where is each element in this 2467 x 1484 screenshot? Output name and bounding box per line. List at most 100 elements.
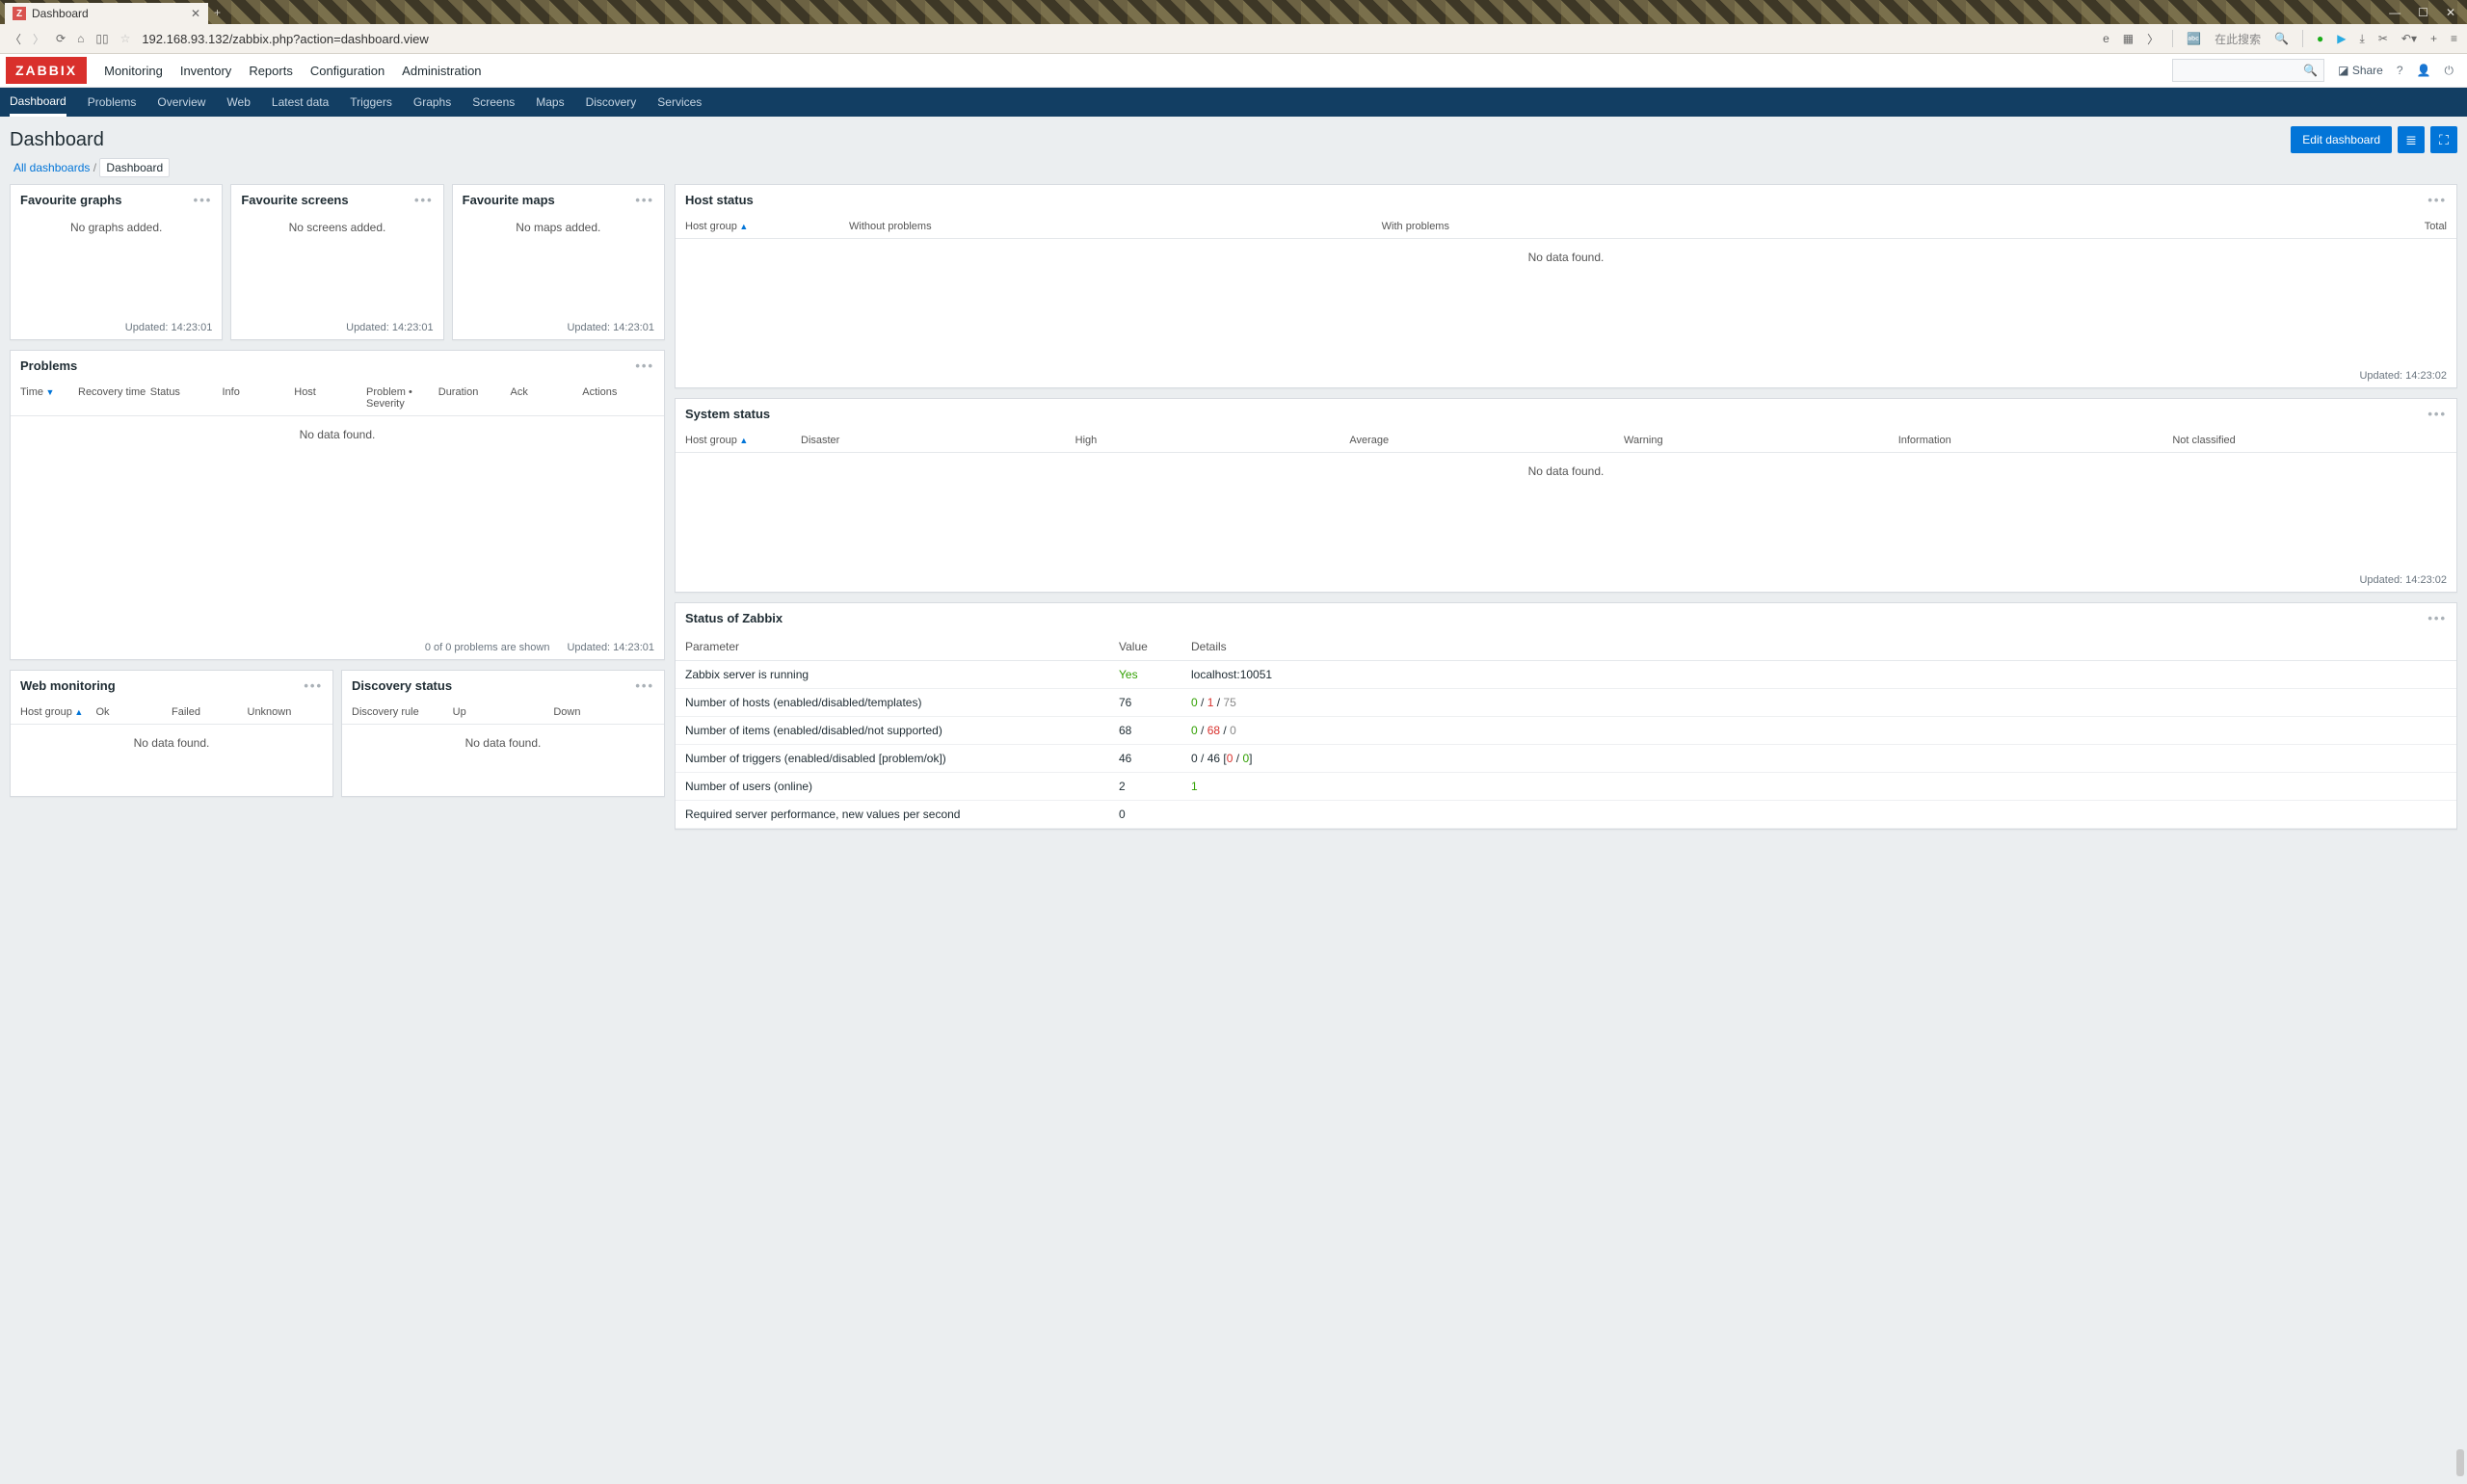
browser-tab[interactable]: Z Dashboard ✕ — [5, 3, 208, 24]
sub-menu-screens[interactable]: Screens — [472, 95, 515, 109]
widget-updated: Updated: 14:23:02 — [676, 569, 2456, 592]
help-icon[interactable]: ? — [2397, 64, 2403, 77]
crumb-all-dashboards[interactable]: All dashboards — [13, 161, 90, 174]
close-icon[interactable]: ✕ — [191, 7, 200, 20]
col-header[interactable]: Down — [553, 706, 654, 718]
col-header[interactable]: Ack — [511, 386, 583, 410]
sub-menu-problems[interactable]: Problems — [88, 95, 137, 109]
top-menu-monitoring[interactable]: Monitoring — [104, 56, 163, 86]
chevron-right-icon[interactable]: 〉 — [2147, 31, 2159, 47]
col-header[interactable]: Unknown — [248, 706, 324, 718]
plus-icon[interactable]: + — [2430, 32, 2437, 45]
col-header[interactable]: Average — [1349, 435, 1624, 446]
sub-menu-latest-data[interactable]: Latest data — [272, 95, 329, 109]
widget-menu-icon[interactable]: ••• — [2427, 611, 2447, 625]
translate-icon[interactable]: 🔤 — [2187, 32, 2201, 45]
col-header[interactable]: Failed — [172, 706, 248, 718]
col-header[interactable]: Host group — [20, 706, 96, 718]
sub-menu-graphs[interactable]: Graphs — [413, 95, 451, 109]
sub-menu-triggers[interactable]: Triggers — [350, 95, 392, 109]
sub-menu-dashboard[interactable]: Dashboard — [10, 94, 66, 117]
cut-icon[interactable]: ✂ — [2378, 32, 2388, 45]
home-icon[interactable]: ⌂ — [77, 32, 84, 45]
window-close-icon[interactable]: ✕ — [2446, 6, 2455, 19]
menu-icon[interactable]: ≡ — [2451, 32, 2457, 45]
compat-icon[interactable]: e — [2103, 32, 2109, 45]
col-header[interactable]: High — [1075, 435, 1350, 446]
play-icon[interactable]: ▶ — [2337, 32, 2346, 45]
new-tab-button[interactable]: + — [214, 6, 221, 19]
top-menu-reports[interactable]: Reports — [249, 56, 293, 86]
top-menu-administration[interactable]: Administration — [402, 56, 481, 86]
cell-details: 0 / 68 / 0 — [1191, 724, 2447, 737]
bookmark-star-icon[interactable]: ☆ — [120, 32, 131, 45]
sub-menu-services[interactable]: Services — [657, 95, 702, 109]
power-icon[interactable]: ⏻ — [2445, 64, 2454, 78]
col-header[interactable]: Host — [294, 386, 366, 410]
logo[interactable]: ZABBIX — [6, 57, 87, 84]
widget-menu-icon[interactable]: ••• — [2427, 193, 2447, 207]
search-input[interactable]: 🔍 — [2172, 59, 2324, 82]
widget-menu-icon[interactable]: ••• — [635, 193, 654, 207]
fullscreen-icon[interactable]: ⛶ — [2430, 126, 2457, 153]
top-menu-configuration[interactable]: Configuration — [310, 56, 385, 86]
search-icon[interactable]: 🔍 — [2274, 32, 2289, 45]
cell-parameter: Number of hosts (enabled/disabled/templa… — [685, 696, 1119, 709]
col-header[interactable]: Recovery time — [78, 386, 150, 410]
share-button[interactable]: ◪ Share — [2338, 64, 2383, 77]
download-icon[interactable]: ⤓ — [2360, 32, 2365, 46]
sub-menu-overview[interactable]: Overview — [157, 95, 205, 109]
browser-search[interactable]: 在此搜索 — [2215, 31, 2261, 47]
col-header[interactable]: Status — [150, 386, 223, 410]
table-row: Number of triggers (enabled/disabled [pr… — [676, 745, 2456, 773]
col-header[interactable]: Without problems — [849, 221, 1382, 232]
col-header[interactable]: Host group — [685, 221, 849, 232]
col-header[interactable]: Actions — [582, 386, 654, 410]
sub-menu-maps[interactable]: Maps — [536, 95, 564, 109]
col-header[interactable]: Host group — [685, 435, 801, 446]
sub-menu-web[interactable]: Web — [226, 95, 250, 109]
window-maximize-icon[interactable]: ☐ — [2418, 6, 2428, 19]
col-header[interactable]: Info — [223, 386, 295, 410]
table-row: Required server performance, new values … — [676, 801, 2456, 829]
col-header[interactable]: Time — [20, 386, 78, 410]
col-header[interactable]: Ok — [96, 706, 172, 718]
widget-menu-icon[interactable]: ••• — [414, 193, 434, 207]
widget-menu-icon[interactable]: ••• — [194, 193, 213, 207]
col-header[interactable]: Duration — [438, 386, 511, 410]
col-header[interactable]: Problem • Severity — [366, 386, 438, 410]
col-header[interactable]: Information — [1898, 435, 2173, 446]
widget-host-status: Host status••• Host groupWithout problem… — [675, 184, 2457, 388]
forward-icon[interactable]: 〉 — [33, 31, 44, 47]
widget-menu-icon[interactable]: ••• — [635, 678, 654, 693]
widget-menu-icon[interactable]: ••• — [304, 678, 323, 693]
sub-menu-discovery[interactable]: Discovery — [586, 95, 637, 109]
top-menu-inventory[interactable]: Inventory — [180, 56, 231, 86]
col-header[interactable]: Disaster — [801, 435, 1075, 446]
col-header[interactable]: Discovery rule — [352, 706, 453, 718]
reading-icon[interactable]: ▯▯ — [95, 32, 108, 45]
widget-menu-icon[interactable]: ••• — [2427, 407, 2447, 421]
wechat-icon[interactable]: ● — [2317, 32, 2323, 45]
edit-dashboard-button[interactable]: Edit dashboard — [2291, 126, 2392, 153]
problems-count: 0 of 0 problems are shown — [425, 642, 550, 653]
list-view-icon[interactable]: ≣ — [2398, 126, 2425, 153]
user-icon[interactable]: 👤 — [2417, 64, 2431, 77]
widget-title: Favourite maps — [463, 193, 555, 207]
widget-title: Problems — [20, 358, 77, 373]
address-bar[interactable]: 192.168.93.132/zabbix.php?action=dashboa… — [142, 32, 428, 46]
col-header[interactable]: Not classified — [2172, 435, 2447, 446]
cell-value: 68 — [1119, 724, 1191, 737]
widget-menu-icon[interactable]: ••• — [635, 358, 654, 373]
back-icon[interactable]: 〈 — [10, 31, 21, 47]
qr-icon[interactable]: ▦ — [2123, 32, 2134, 45]
col-header[interactable]: Warning — [1624, 435, 1898, 446]
window-minimize-icon[interactable]: — — [2389, 6, 2401, 19]
col-header[interactable]: Total — [1914, 221, 2447, 232]
col-header[interactable]: With problems — [1382, 221, 1915, 232]
col-header[interactable]: Up — [453, 706, 554, 718]
scrollbar-thumb[interactable] — [2456, 1449, 2464, 1476]
undo-icon[interactable]: ↶▾ — [2401, 32, 2417, 45]
widget-favourite-graphs: Favourite graphs••• No graphs added. Upd… — [10, 184, 223, 340]
reload-icon[interactable]: ⟳ — [56, 32, 66, 45]
